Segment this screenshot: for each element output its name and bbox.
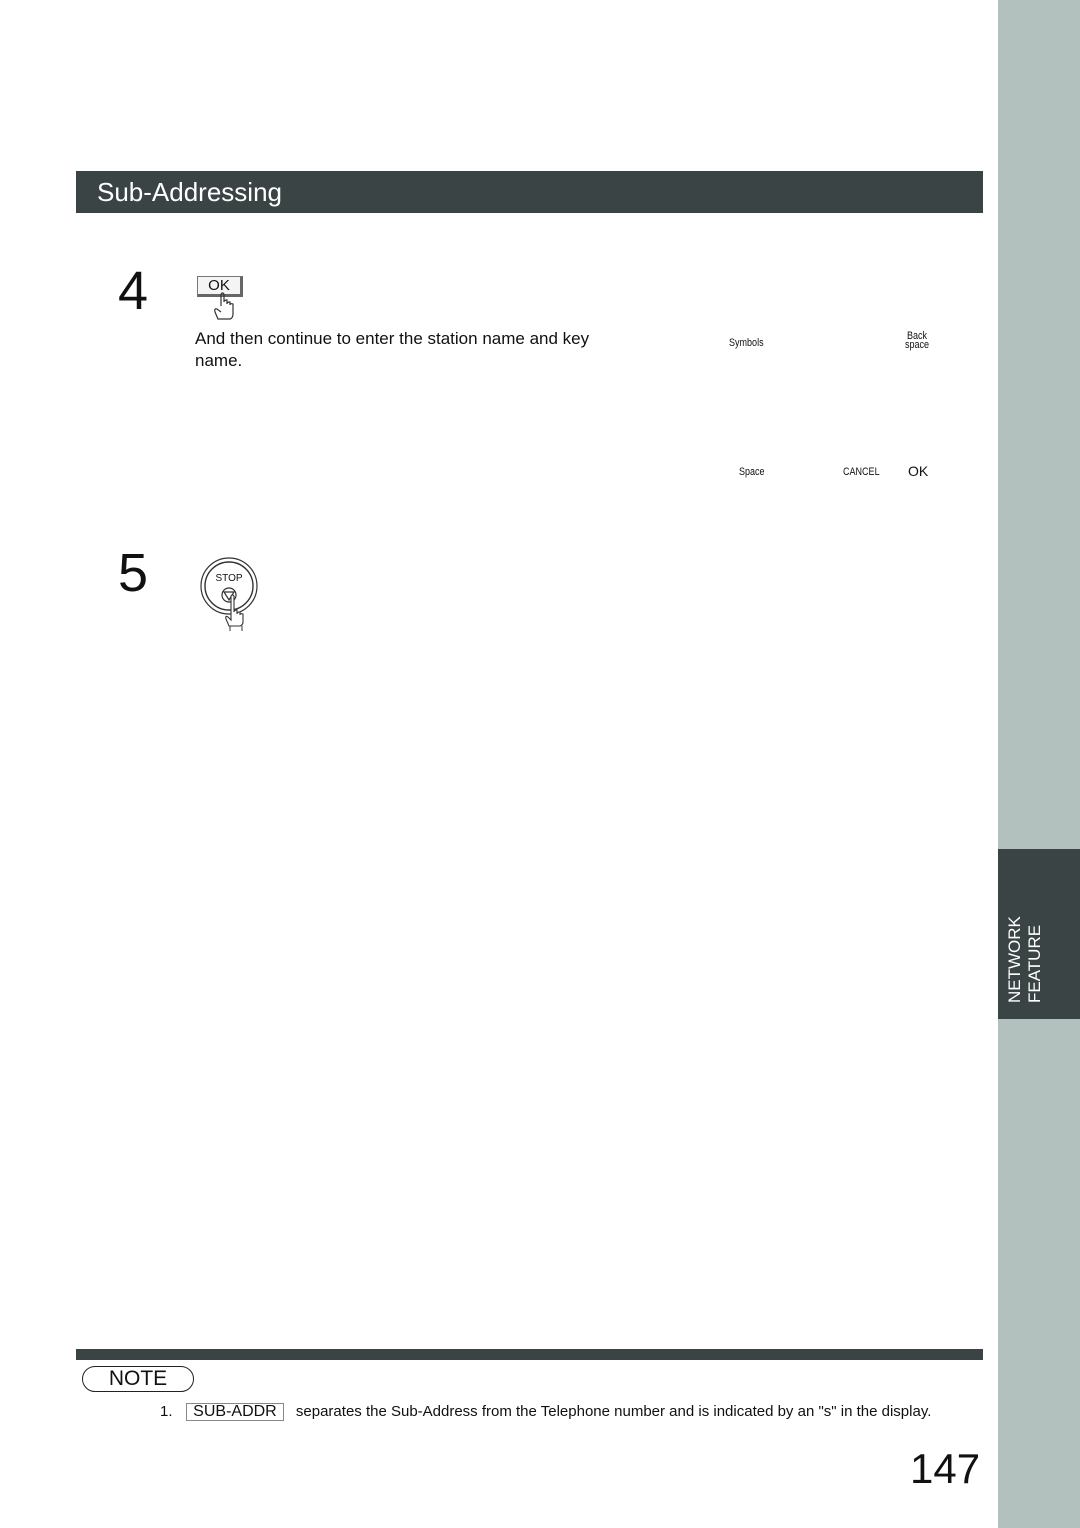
note-item: 1. SUB-ADDR separates the Sub-Address fr… bbox=[160, 1403, 931, 1421]
page-number: 147 bbox=[910, 1445, 981, 1492]
side-tab-label: NETWORK FEATURE bbox=[1005, 916, 1045, 1003]
sub-addr-key: SUB-ADDR bbox=[186, 1403, 284, 1421]
note-badge: NOTE bbox=[82, 1366, 194, 1392]
step-4-instruction: And then continue to enter the station n… bbox=[195, 329, 590, 370]
stop-key-button: STOP bbox=[199, 556, 263, 637]
note-item-text: separates the Sub-Address from the Telep… bbox=[295, 1403, 932, 1420]
note-item-number: 1. bbox=[160, 1403, 173, 1420]
side-tab-strip bbox=[998, 0, 1080, 1528]
pressing-hand-icon bbox=[214, 292, 234, 320]
section-header: Sub-Addressing bbox=[76, 171, 983, 213]
section-divider bbox=[76, 1349, 983, 1360]
keypad-label-space: Space bbox=[739, 466, 765, 478]
stop-button-icon: STOP bbox=[200, 557, 258, 631]
keypad-label-backspace: Back space bbox=[905, 331, 930, 351]
side-tab-line1: NETWORK bbox=[1005, 916, 1024, 1003]
step-number: 5 bbox=[118, 543, 149, 603]
backspace-line2: space bbox=[905, 339, 930, 351]
step-number: 4 bbox=[118, 261, 149, 321]
keypad-label-cancel: CANCEL bbox=[843, 466, 880, 478]
side-tab-line2: FEATURE bbox=[1025, 924, 1044, 1003]
section-title: Sub-Addressing bbox=[97, 177, 282, 207]
keypad-label-ok: OK bbox=[908, 463, 929, 479]
keypad-label-symbols: Symbols bbox=[729, 337, 764, 349]
stop-key-label: STOP bbox=[215, 573, 242, 584]
